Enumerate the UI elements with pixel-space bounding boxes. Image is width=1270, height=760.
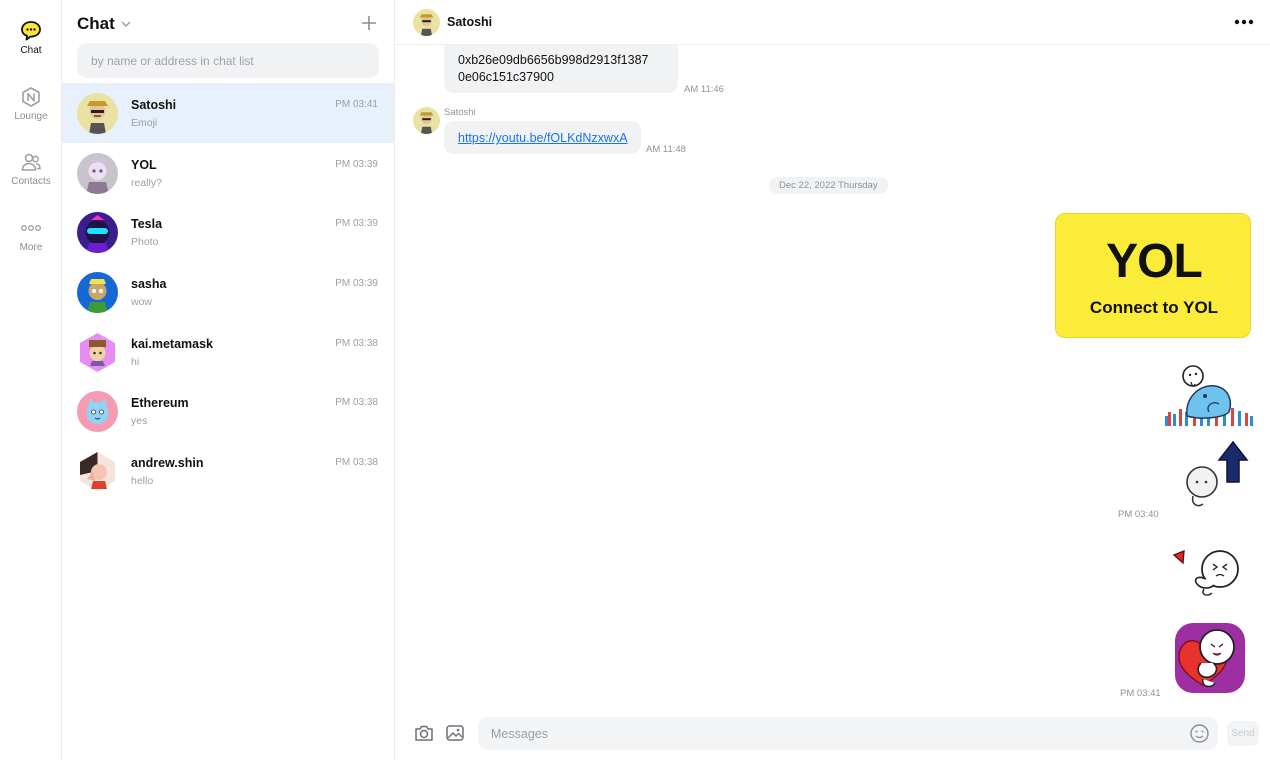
dots-icon [21,225,41,231]
avatar [77,391,118,433]
chat-row-tesla[interactable]: Tesla Photo PM 03:39 [62,202,394,262]
avatar [77,212,118,254]
message-bubble-link: https://youtu.be/fOLKdNzxwxA [444,121,641,154]
rail-label-chat: Chat [20,45,42,56]
avatar [77,93,118,134]
chat-row-name: kai.metamask [131,336,214,351]
message-sender: Satoshi [444,107,476,118]
more-options-icon[interactable] [1233,15,1255,29]
chat-row-name: YOL [131,157,157,172]
gallery-icon[interactable] [444,722,466,744]
message-time: PM 03:41 [1120,688,1161,699]
chat-list-title-text: Chat [77,14,115,33]
rail-label-contacts: Contacts [11,176,51,187]
whale-sticker[interactable] [1165,362,1253,430]
avatar[interactable] [413,107,440,134]
chat-row-ethereum[interactable]: Ethereum yes PM 03:38 [62,381,394,441]
avatar [77,272,118,314]
chat-row-time: PM 03:41 [335,99,378,110]
chat-search-input[interactable] [77,43,379,78]
chat-row-preview: yes [131,415,148,428]
rail-item-chat[interactable]: Chat [0,20,62,56]
chat-row-time: PM 03:38 [335,457,378,469]
chat-row-kai-metamask[interactable]: kai.metamask hi PM 03:38 [62,322,394,382]
address-line-1: 0xb26e09db6656b998d2913f1387 [458,53,649,67]
rail-item-more[interactable]: More [0,217,62,253]
arrow-up-sticker[interactable] [1181,438,1253,510]
yol-card-subtitle: Connect to YOL [1089,298,1219,317]
chat-row-andrew-shin[interactable]: andrew.shin hello PM 03:38 [62,441,394,501]
avatar[interactable] [413,9,440,36]
message-composer: Send [395,712,1270,760]
emoji-icon[interactable] [1189,723,1210,744]
chat-row-preview: hi [131,355,140,368]
youtube-link[interactable]: https://youtu.be/fOLKdNzxwxA [458,131,628,145]
camera-icon[interactable] [413,722,435,744]
chat-row-yol[interactable]: YOL really? PM 03:39 [62,143,394,203]
chat-row-preview: wow [131,296,153,309]
conversation-header: Satoshi [395,0,1270,45]
chat-row-preview: hello [131,475,154,488]
new-chat-plus-icon[interactable] [359,13,379,33]
chat-row-name: sasha [131,277,167,292]
rail-label-more: More [19,242,43,253]
date-divider: Dec 22, 2022 Thursday [769,177,888,194]
chat-row-time: PM 03:39 [335,218,378,230]
people-icon [21,153,41,171]
chat-app: Chat Lounge Contacts More Chat by name o… [0,0,1270,760]
yol-logo: YOL [1106,235,1203,288]
chat-row-name: andrew.shin [131,456,204,471]
chat-row-name: Tesla [131,217,163,232]
chat-row-name: Ethereum [131,396,189,411]
chat-row-time: PM 03:38 [335,337,378,349]
conversation-title: Satoshi [447,15,493,29]
chat-row-preview: Photo [131,236,159,249]
pointing-sticker[interactable] [1170,545,1248,599]
message-bubble-address: 0xb26e09db6656b998d2913f1387 0e06c151c37… [444,40,678,93]
chat-list-panel: Chat Satoshi Emoji PM 03:41 YOL really? [62,0,395,760]
chat-rows: Satoshi Emoji PM 03:41 YOL really? PM 03… [62,83,394,501]
chat-row-time: PM 03:39 [335,158,378,170]
chevron-down-icon [121,21,131,28]
message-time: PM 03:40 [1118,509,1159,520]
conversation-panel: Satoshi 0xb26e09db6656b998d2913f1387 0e0… [395,0,1270,760]
chat-row-time: PM 03:38 [335,397,378,409]
chat-row-satoshi[interactable]: Satoshi Emoji PM 03:41 [62,83,394,143]
n-badge-icon [22,87,40,107]
avatar [77,332,118,373]
chat-row-sasha[interactable]: sasha wow PM 03:39 [62,262,394,322]
avatar [77,451,118,492]
message-time: AM 11:48 [646,144,686,155]
message-time: AM 11:46 [684,84,724,95]
chat-row-preview: really? [131,176,162,189]
send-button[interactable]: Send [1227,721,1259,746]
chat-row-time: PM 03:39 [335,278,378,290]
address-line-2: 0e06c151c37900 [458,70,554,84]
heart-hug-sticker[interactable] [1173,619,1247,695]
message-input[interactable] [478,717,1218,750]
rail-item-contacts[interactable]: Contacts [0,151,62,187]
chat-bubble-icon [21,21,41,41]
left-rail: Chat Lounge Contacts More [0,0,62,760]
chat-row-name: Satoshi [131,98,177,112]
chat-list-title[interactable]: Chat [77,14,132,34]
yol-connect-card[interactable]: YOL Connect to YOL [1055,213,1251,338]
chat-row-preview: Emoji [131,117,158,129]
rail-label-lounge: Lounge [14,111,48,122]
rail-item-lounge[interactable]: Lounge [0,86,62,122]
avatar [77,152,118,194]
